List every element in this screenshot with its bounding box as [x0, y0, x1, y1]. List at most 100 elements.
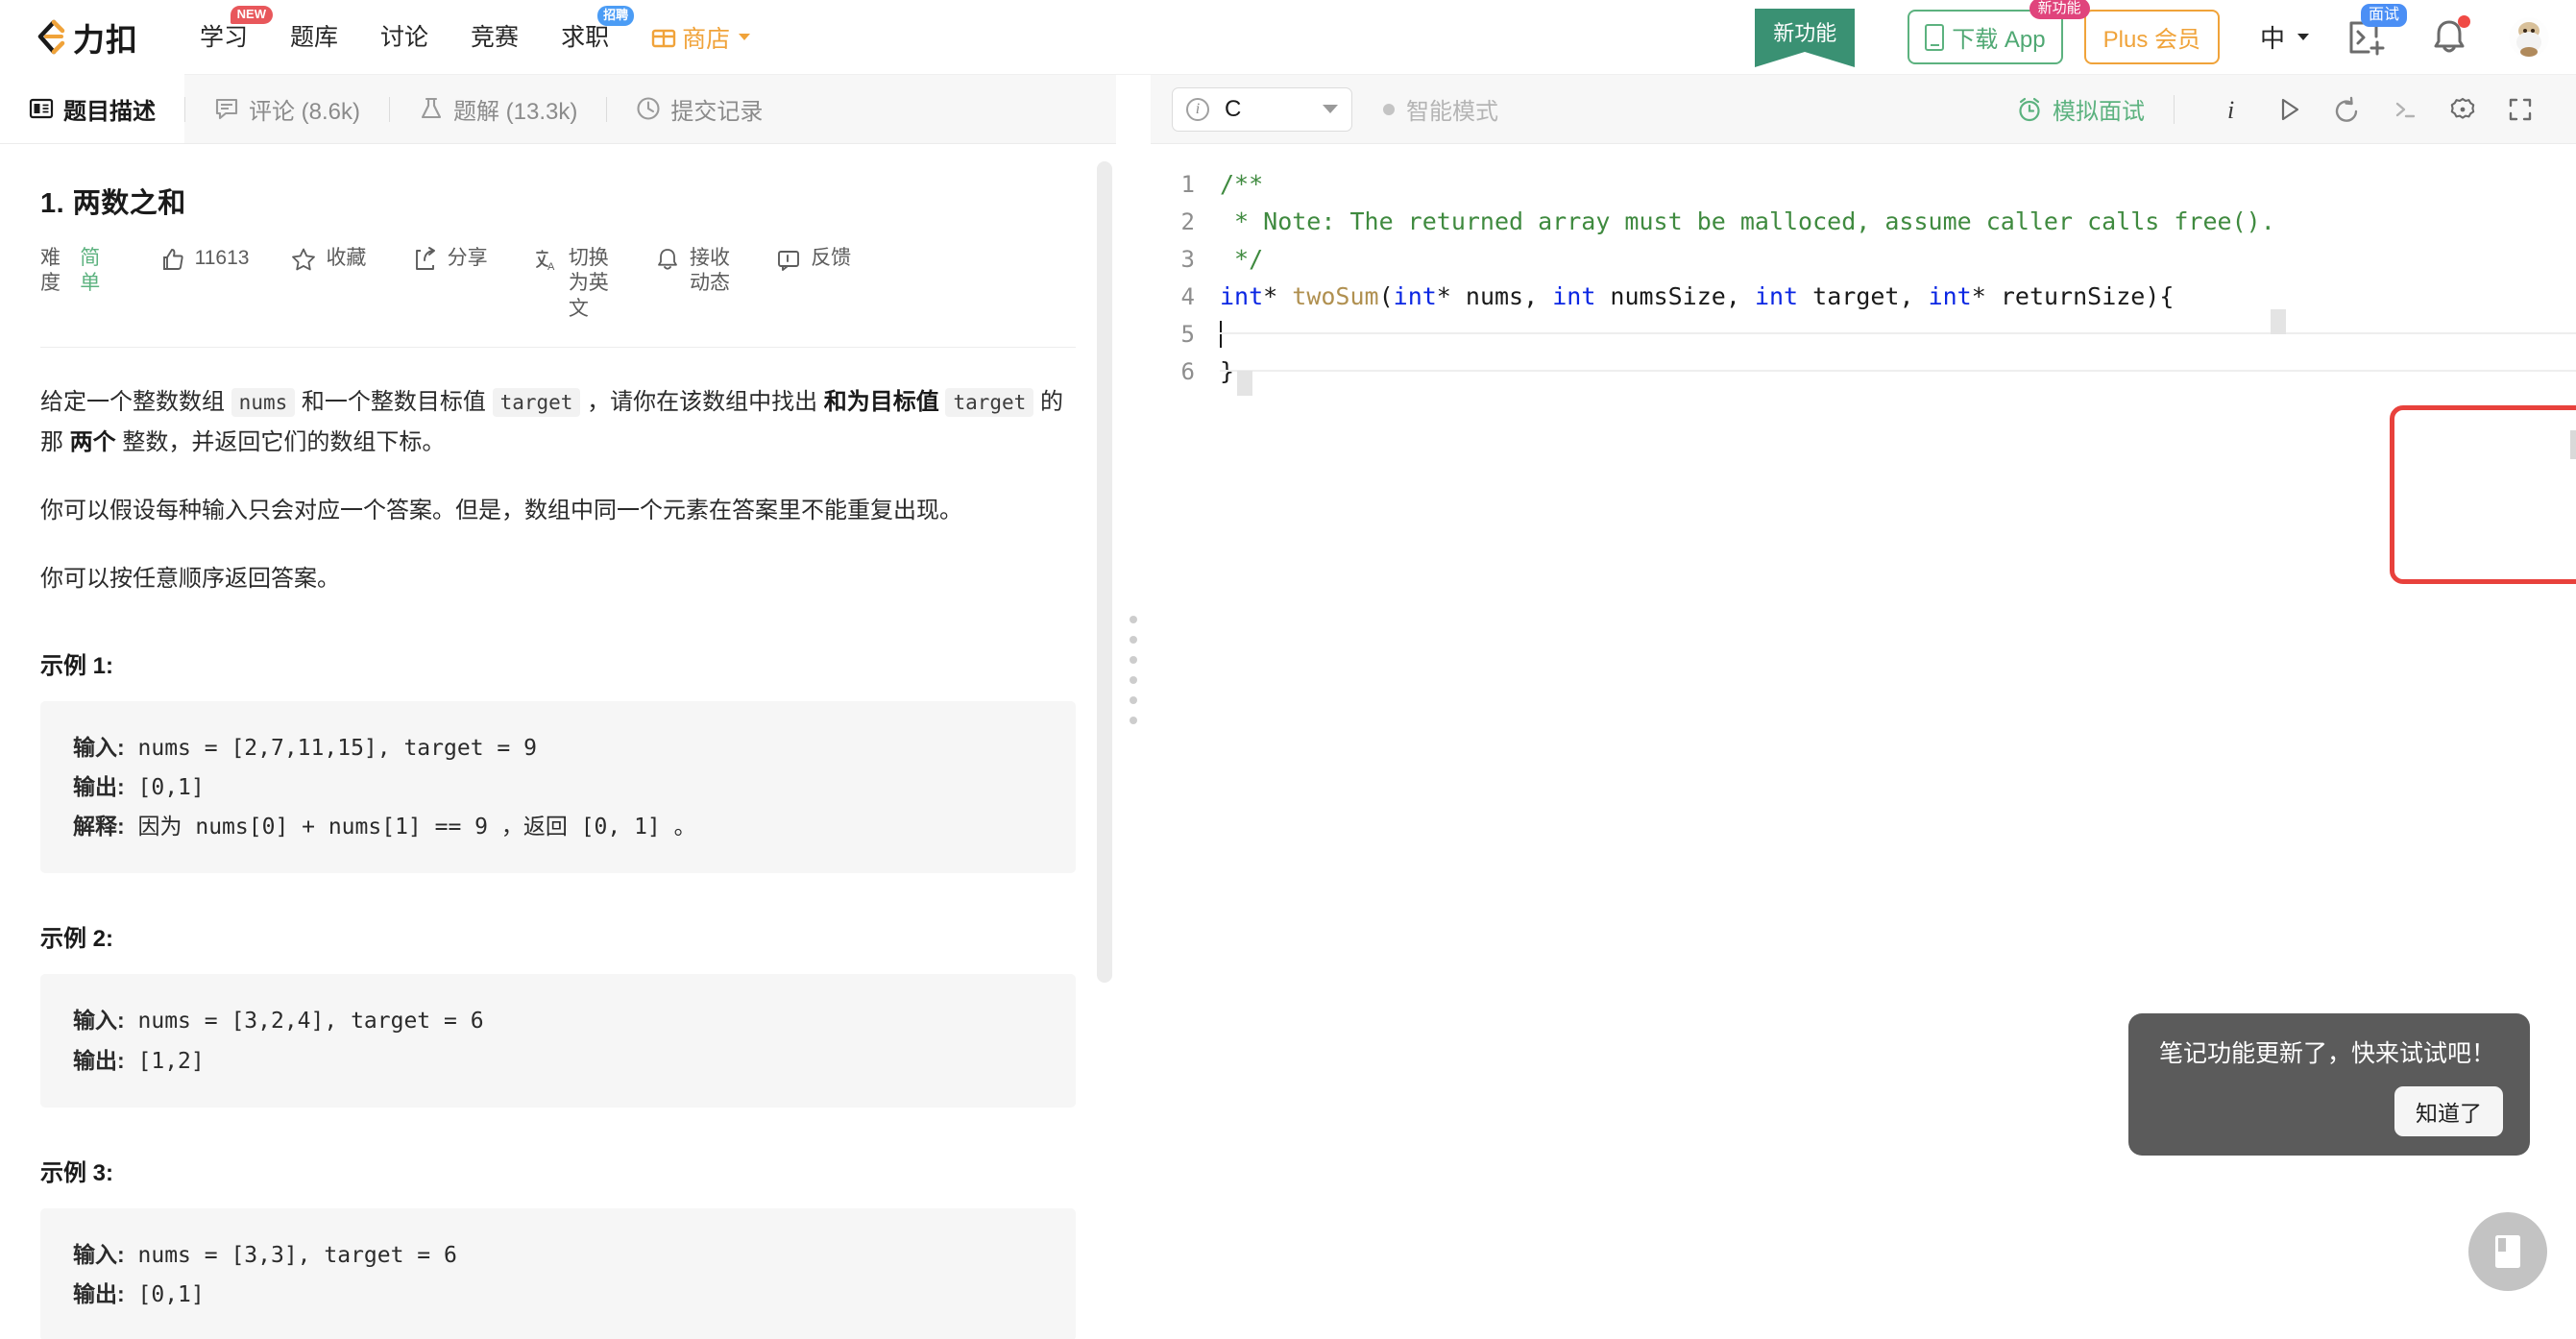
subscribe-button[interactable]: 接收动态 [655, 246, 734, 297]
code-token: ( [1378, 282, 1394, 310]
problem-statement: 给定一个整数数组 nums 和一个整数目标值 target ，请你在该数组中找出… [40, 348, 1076, 1339]
info-icon: i [1186, 97, 1209, 121]
pane-splitter[interactable] [1116, 144, 1151, 1339]
language-switcher[interactable]: 中 [2260, 19, 2309, 55]
share-label: 分享 [447, 247, 488, 269]
paragraph-text: 整数，并返回它们的数组下标。 [115, 429, 446, 456]
notebook-icon [2495, 1235, 2520, 1268]
editor-marker [1237, 371, 1252, 396]
sub-toolbar-row: 题目描述 评论 (8.6k) 题解 (13.3k) 提交记录 i C 智能模式 … [0, 74, 2576, 144]
tab-description-label: 题目描述 [63, 98, 156, 125]
phone-icon [1925, 23, 1945, 51]
nav-item-discuss-label: 讨论 [380, 23, 429, 51]
editor-edge-marker [2570, 430, 2576, 459]
tab-comments-label: 评论 (8.6k) [249, 98, 361, 125]
code-token: * nums, [1436, 282, 1553, 310]
star-icon [291, 247, 316, 272]
example-line-value: nums = [3,2,4], target = 6 [124, 1009, 484, 1035]
code-line[interactable]: 4 int* twoSum(int* nums, int numsSize, in… [1151, 278, 2576, 315]
example-line-label: 输出: [73, 1281, 125, 1307]
example-line: 输出: [1,2] [73, 1041, 1043, 1081]
translate-icon: A [534, 247, 559, 273]
inline-code: target [492, 387, 581, 417]
code-token: * [1263, 282, 1293, 310]
line-number: 4 [1180, 282, 1195, 310]
tab-submissions[interactable]: 提交记录 [607, 74, 791, 143]
mock-interview-button[interactable]: 模拟面试 [2016, 92, 2145, 126]
smart-mode-dot-icon [1383, 103, 1395, 115]
example-line: 输入: nums = [3,3], target = 6 [73, 1235, 1043, 1275]
example-title: 示例 1: [40, 652, 114, 679]
run-code-button[interactable] [2261, 87, 2319, 132]
download-app-button[interactable]: 下载 App 新功能 [1908, 0, 2090, 64]
console-button[interactable] [2376, 87, 2434, 132]
code-token: */ [1220, 245, 1264, 273]
example-line-value: 因为 nums[0] + nums[1] == 9 ，返回 [0, 1] 。 [124, 815, 696, 840]
svg-text:A: A [547, 261, 555, 272]
editor-toolbar: i C 智能模式 模拟面试 i [1151, 75, 2576, 144]
smart-mode-toggle[interactable]: 智能模式 [1383, 92, 1498, 126]
share-icon [413, 247, 438, 272]
leetcode-logo[interactable]: 力扣 [35, 14, 138, 61]
code-line[interactable]: 2 * Note: The returned array must be mal… [1151, 203, 2576, 240]
share-button[interactable]: 分享 [413, 246, 492, 272]
example-line-label: 输入: [73, 734, 125, 760]
interview-terminal-button[interactable]: 面试 [2347, 3, 2408, 58]
line-number: 3 [1180, 245, 1195, 273]
tab-solutions[interactable]: 题解 (13.3k) [390, 74, 606, 143]
code-token: * returnSize){ [1971, 282, 2175, 310]
switch-language-button[interactable]: A 切换为英文 [534, 246, 613, 322]
notes-fab-button[interactable] [2468, 1212, 2547, 1291]
active-line-rule [1220, 332, 2576, 334]
code-editor-pane[interactable]: 1 /** 2 * Note: The returned array must be… [1151, 144, 2576, 1339]
difficulty-label: 难度 [40, 247, 61, 295]
reset-code-button[interactable] [2319, 87, 2376, 132]
notifications-button[interactable] [2430, 14, 2470, 58]
like-button[interactable]: 11613 [160, 246, 249, 272]
nav-item-contest-label: 竞赛 [471, 23, 520, 51]
editor-marker [2271, 309, 2286, 334]
code-token: int [1754, 282, 1799, 310]
user-avatar[interactable] [2509, 16, 2549, 58]
tab-description[interactable]: 题目描述 [0, 74, 184, 143]
bell-icon [655, 247, 680, 272]
notification-dot [2458, 14, 2470, 28]
tab-comments[interactable]: 评论 (8.6k) [185, 74, 389, 143]
code-line[interactable]: 3 */ [1151, 240, 2576, 278]
editor-info-button[interactable]: i [2203, 87, 2261, 132]
toast-dismiss-button[interactable]: 知道了 [2394, 1086, 2503, 1136]
nav-item-problems[interactable]: 题库 [269, 0, 359, 75]
code-line-text: /** [1220, 170, 1263, 198]
nav-item-study[interactable]: 学习 NEW [179, 0, 274, 75]
nav-item-store[interactable]: 商店 [630, 20, 771, 55]
active-line-rule [1220, 370, 2576, 372]
nav-item-store-label: 商店 [682, 25, 731, 53]
nav-item-jobs[interactable]: 求职 招聘 [540, 0, 635, 75]
code-editor[interactable]: 1 /** 2 * Note: The returned array must be… [1151, 144, 2576, 396]
language-select[interactable]: i C [1172, 86, 1352, 132]
plus-membership-button[interactable]: Plus 会员 [2083, 10, 2220, 64]
description-scrollbar-thumb[interactable] [1097, 161, 1112, 983]
new-feature-ribbon-label: 新功能 [1773, 20, 1837, 45]
bold-text: 两个 [69, 429, 116, 456]
code-line[interactable]: 1 /** [1151, 165, 2576, 203]
example-line: 输入: nums = [2,7,11,15], target = 9 [73, 728, 1043, 767]
fullscreen-button[interactable] [2491, 87, 2549, 132]
nav-item-contest[interactable]: 竞赛 [450, 0, 540, 75]
example-box: 输入: nums = [2,7,11,15], target = 9 输出: [0… [40, 700, 1076, 874]
tab-submissions-label: 提交记录 [670, 98, 764, 125]
example-box: 输入: nums = [3,2,4], target = 6 输出: [1,2] [40, 974, 1076, 1108]
difficulty-indicator: 难度 简单 [40, 246, 107, 297]
example-line-value: nums = [3,3], target = 6 [124, 1242, 457, 1268]
problem-meta-row: 难度 简单 11613 收藏 分享 A 切换为英文 接收动态 反馈 [40, 246, 1076, 348]
favorite-label: 收藏 [326, 247, 367, 269]
reset-icon [2335, 96, 2358, 122]
editor-settings-button[interactable] [2434, 87, 2491, 132]
code-token: int [1220, 282, 1264, 310]
nav-item-discuss[interactable]: 讨论 [359, 0, 450, 75]
example-line-value: nums = [2,7,11,15], target = 9 [124, 735, 537, 761]
feedback-button[interactable]: 反馈 [776, 246, 855, 272]
problem-paragraph: 你可以按任意顺序返回答案。 [40, 559, 1076, 600]
leetcode-problem-page: 力扣 学习 NEW 题库 讨论 竞赛 求职 招聘 商店 新功能 下载 App 新… [0, 0, 2576, 1339]
favorite-button[interactable]: 收藏 [291, 246, 370, 272]
